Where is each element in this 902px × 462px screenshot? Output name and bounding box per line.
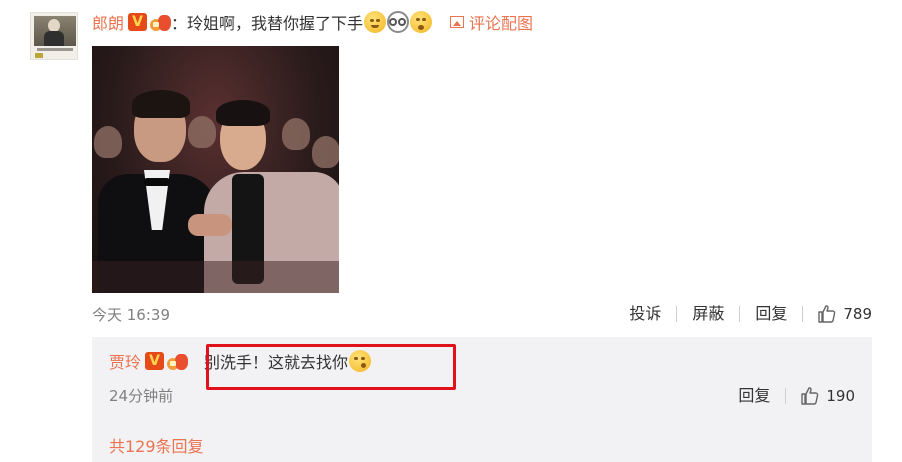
reply-like-button[interactable]: 190 <box>786 386 855 406</box>
reply-actions: 回复 190 <box>723 384 855 408</box>
thumbs-up-icon <box>801 387 819 405</box>
comment-pic-link[interactable]: 评论配图 <box>450 10 533 34</box>
like-button[interactable]: 789 <box>803 304 872 324</box>
comment-username[interactable]: 郎朗 <box>92 10 124 34</box>
image-icon <box>450 16 465 28</box>
comment-header: 郎朗 V ： 玲姐啊，我替你握了下手 评论配图 <box>92 9 533 35</box>
comment-photo[interactable] <box>92 46 339 293</box>
comment-meta: 今天 16:39 投诉 屏蔽 回复 789 <box>92 302 872 326</box>
glasses-emoji-icon <box>387 11 410 33</box>
report-button[interactable]: 投诉 <box>614 302 676 326</box>
highlight-box <box>206 344 456 390</box>
block-button[interactable]: 屏蔽 <box>677 302 739 326</box>
reply-reply-button[interactable]: 回复 <box>723 384 785 408</box>
smile-emoji-icon <box>364 11 387 33</box>
comment-colon: ： <box>171 14 188 33</box>
like-count: 789 <box>843 305 872 323</box>
comment-pic-label: 评论配图 <box>469 14 534 33</box>
reply-button[interactable]: 回复 <box>740 302 802 326</box>
comment-time: 今天 16:39 <box>92 305 170 324</box>
thumbs-up-icon <box>818 305 836 323</box>
comment-text: 玲姐啊，我替你握了下手 <box>187 14 364 33</box>
verified-badge-icon: V <box>128 13 148 31</box>
reply-time: 24分钟前 <box>109 387 174 405</box>
member-crown-icon <box>150 13 172 32</box>
comment-actions: 投诉 屏蔽 回复 789 <box>614 302 872 326</box>
shy-emoji-icon <box>410 11 433 33</box>
member-crown-icon <box>167 352 189 371</box>
reply-username[interactable]: 贾玲 <box>109 349 141 373</box>
reply-like-count: 190 <box>826 387 855 405</box>
verified-badge-icon: V <box>145 352 165 370</box>
user-avatar[interactable] <box>30 12 78 60</box>
more-replies-link[interactable]: 共129条回复 <box>109 433 204 457</box>
